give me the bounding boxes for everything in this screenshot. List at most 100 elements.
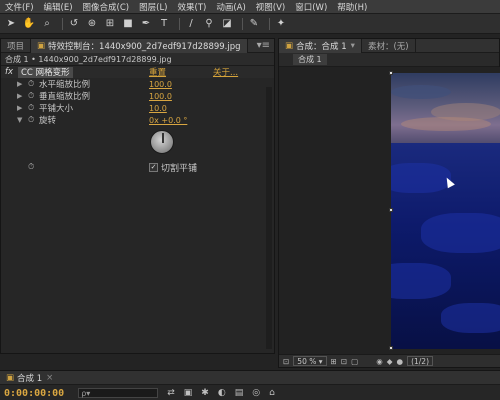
menu-animation[interactable]: 动画(A) [211,1,250,13]
layer-handle[interactable] [389,346,393,350]
effect-name[interactable]: CC 网格变形 [18,66,73,78]
tools-toolbar: ➤ ✋ ⌕ ↺ ⊛ ⊞ ■ ✒ T / ⚲ ◪ ✎ ✦ [0,14,500,34]
property-label: 垂直缩放比例 [39,92,91,102]
effect-controls-panel: 项目 ▣ 特效控制台：1440x900_2d7edf917d28899.jpg … [0,38,275,354]
lock-icon[interactable]: ▣ [285,41,293,51]
viewer-footer: ⊡ 50 % ▾ ⊞ ⊡ ▢ ◉ ◆ ● (1/2) [279,354,500,367]
always-preview-icon[interactable]: ⊡ [283,357,289,366]
roto-brush-icon[interactable]: ✎ [247,17,261,31]
property-label: 水平缩放比例 [39,80,91,90]
brush-icon[interactable]: / [184,17,198,31]
expand-arrow-icon[interactable]: ▶ [17,104,22,112]
toolbar-divider [179,17,180,30]
tab-timeline-comp[interactable]: ▣ 合成 1 × [0,372,59,384]
tab-project[interactable]: 项目 [1,38,32,53]
toolbar-divider [269,17,270,30]
mini-flowchart-icon[interactable]: ⇄ [167,388,175,398]
panel-menu-icon[interactable]: ▾≡ [257,40,270,51]
tab-footage[interactable]: 素材：(无) [362,38,416,53]
breadcrumb: 合成 1 • 1440x900_2d7edf917d28899.jpg [1,53,274,66]
lock-icon[interactable]: ▣ [37,41,45,51]
camera-orbit-icon[interactable]: ⊛ [85,17,99,31]
rock-highlight [441,303,500,333]
comp-icon: ▣ [6,372,15,383]
property-value[interactable]: 100.0 [149,92,172,101]
close-icon[interactable]: × [46,373,53,383]
composition-subtab[interactable]: 合成 1 [293,54,327,65]
checkbox-label: 切割平铺 [161,163,198,174]
cut-tiles-checkbox[interactable]: ✓ [149,162,158,172]
dropdown-arrow-icon[interactable]: ▾ [351,41,355,51]
rotate-icon[interactable]: ↺ [67,17,81,31]
puppet-pin-icon[interactable]: ✦ [274,17,288,31]
menu-file[interactable]: 文件(F) [0,1,39,13]
hand-icon[interactable]: ✋ [22,17,36,31]
current-timecode[interactable]: 0:00:00:00 [4,388,64,399]
expand-arrow-icon[interactable]: ▶ [17,80,22,88]
timeline-panel: ▣ 合成 1 × 0:00:00:00 ρ▾ ⇄ ▣ ✱ ◐ ▤ ◎ ⌂ [0,370,500,400]
menu-composition[interactable]: 图像合成(C) [78,1,135,13]
text-icon[interactable]: T [157,17,171,31]
zoom-dropdown[interactable]: 50 % ▾ [293,356,327,366]
property-value[interactable]: 100.0 [149,80,172,89]
grid-icon[interactable]: ⊞ [331,357,337,366]
property-value[interactable]: 10.0 [149,104,167,113]
selection-icon[interactable]: ➤ [4,17,18,31]
menu-view[interactable]: 视图(V) [251,1,290,13]
menu-bar: 文件(F) 编辑(E) 图像合成(C) 图层(L) 效果(T) 动画(A) 视图… [0,0,500,14]
expand-arrow-icon[interactable]: ▶ [17,92,22,100]
reset-link[interactable]: 重置 [149,66,166,78]
fx-toggle-icon[interactable]: fx [5,67,16,77]
tab-effect-controls[interactable]: ▣ 特效控制台：1440x900_2d7edf917d28899.jpg [31,38,248,53]
show-snapshot-icon[interactable]: ◆ [387,357,393,366]
stopwatch-icon[interactable]: ⏱ [28,91,34,101]
menu-window[interactable]: 窗口(W) [290,1,332,13]
tab-footage-label: 素材：(无) [367,41,409,52]
property-row-rotation: ▼ ⏱ 旋转 0x +0.0 ° [1,114,274,126]
menu-effect[interactable]: 效果(T) [173,1,212,13]
region-icon[interactable]: ⊡ [341,357,347,366]
composition-viewer[interactable] [279,67,500,357]
snapshot-icon[interactable]: ◉ [376,357,383,366]
right-panel-tabbar: ▣ 合成：合成 1 ▾ 素材：(无) [279,38,499,53]
graph-editor-icon[interactable]: ⌂ [269,388,275,398]
eraser-icon[interactable]: ◪ [220,17,234,31]
frame-blend-icon[interactable]: ▤ [235,388,244,398]
effect-header-row: fx CC 网格变形 重置 关于... [1,66,274,78]
comp-mini-icon[interactable]: ▣ [184,388,193,398]
timeline-search-input[interactable]: ρ▾ [78,388,159,398]
tab-composition[interactable]: ▣ 合成：合成 1 ▾ [279,38,362,53]
channel-icon[interactable]: ● [397,357,404,366]
tab-project-label: 项目 [7,41,25,52]
collapse-arrow-icon[interactable]: ▼ [17,116,22,124]
resolution-dropdown[interactable]: (1/2) [407,356,434,366]
layer-handle[interactable] [389,208,393,212]
zoom-icon[interactable]: ⌕ [40,17,54,31]
rock-highlight [391,163,451,193]
stopwatch-icon[interactable]: ⏱ [28,79,34,89]
pan-behind-icon[interactable]: ⊞ [103,17,117,31]
timecode-icon[interactable]: ▢ [351,357,358,366]
cloud-shape [401,117,491,131]
motion-blur-icon[interactable]: ◎ [252,388,260,398]
rectangle-icon[interactable]: ■ [121,17,135,31]
rotation-dial[interactable] [150,130,174,154]
pen-icon[interactable]: ✒ [139,17,153,31]
stopwatch-icon[interactable]: ⏱ [28,103,34,113]
property-row-horizontal-scale: ▶ ⏱ 水平缩放比例 100.0 [1,78,274,90]
draft-3d-icon[interactable]: ✱ [201,388,209,398]
menu-edit[interactable]: 编辑(E) [39,1,78,13]
stopwatch-icon[interactable]: ⏱ [28,162,34,172]
about-link[interactable]: 关于... [213,66,238,78]
menu-help[interactable]: 帮助(H) [332,1,372,13]
layer-handle[interactable] [389,71,393,75]
property-value[interactable]: 0x +0.0 ° [149,116,187,125]
scrollbar[interactable] [266,87,272,349]
property-row-cut-tiles: ⏱ ✓ 切割平铺 [1,160,274,174]
property-row-vertical-scale: ▶ ⏱ 垂直缩放比例 100.0 [1,90,274,102]
tab-timeline-label: 合成 1 [17,373,43,384]
shy-icon[interactable]: ◐ [218,388,226,398]
clone-stamp-icon[interactable]: ⚲ [202,17,216,31]
menu-layer[interactable]: 图层(L) [134,1,172,13]
stopwatch-icon[interactable]: ⏱ [28,115,34,125]
